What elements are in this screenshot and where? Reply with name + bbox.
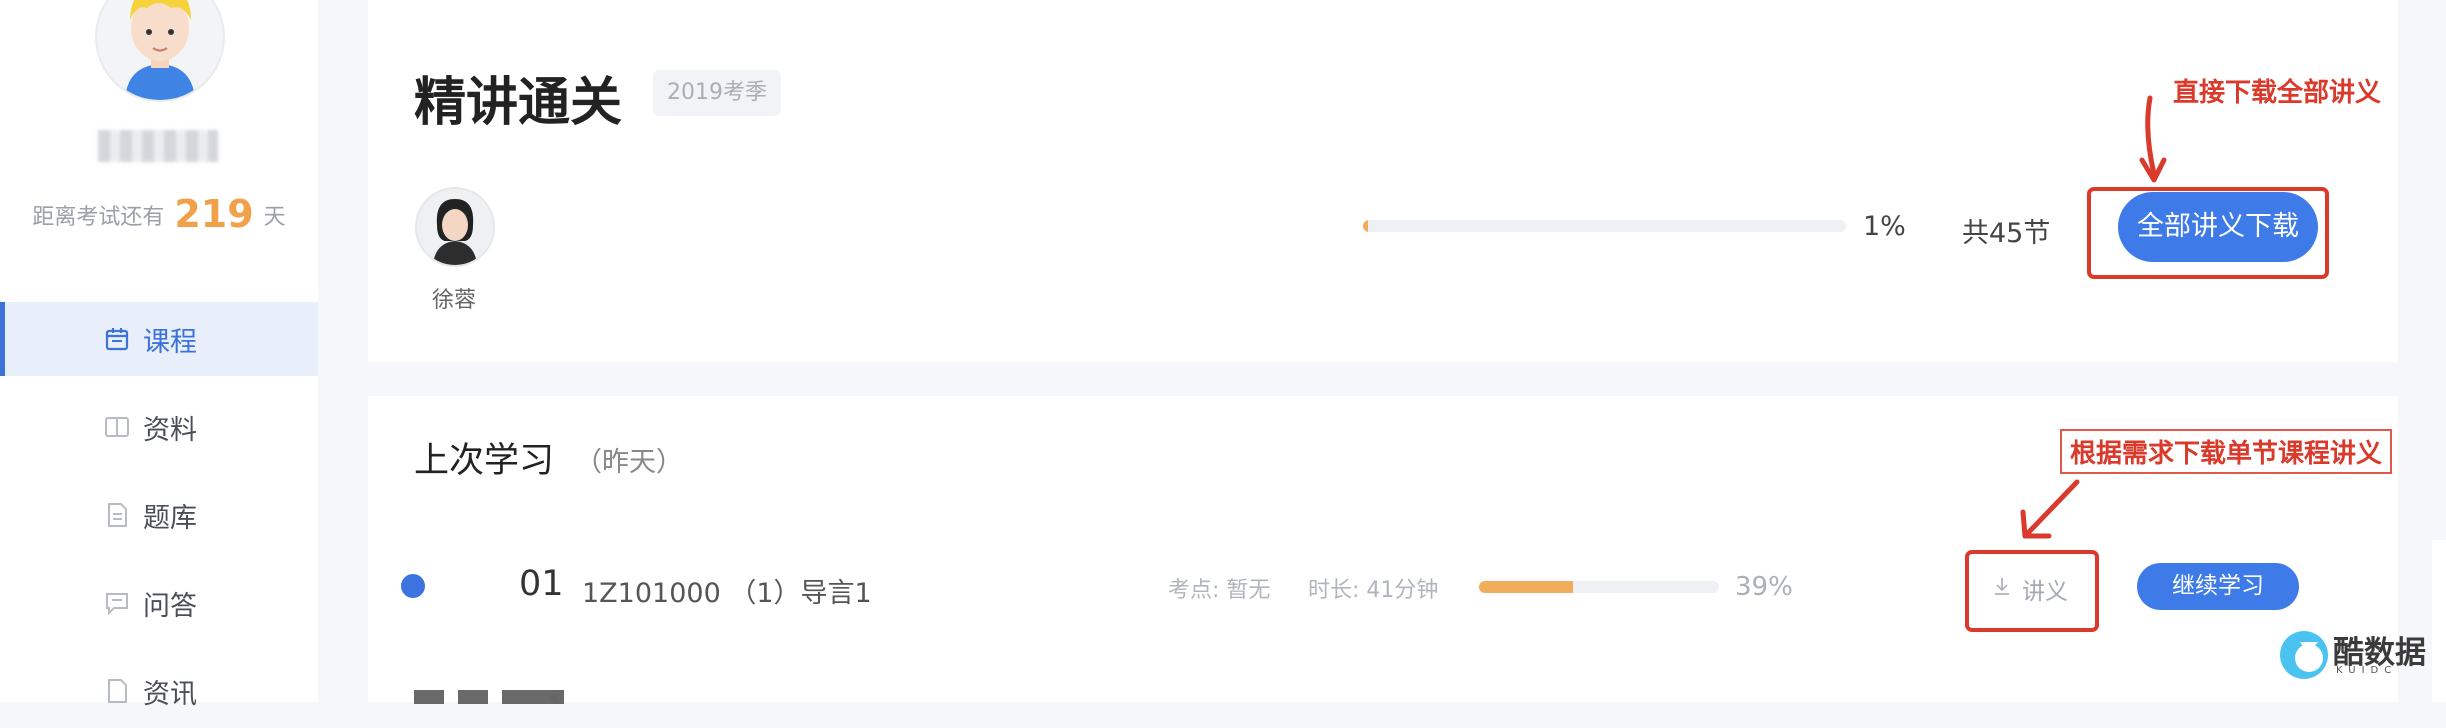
next-section-heading-peek-tail (550, 694, 558, 702)
sidebar-item-label: 课程 (143, 326, 197, 358)
sidebar-item-label: 资讯 (143, 678, 197, 710)
annotation-text-download-single: 根据需求下载单节课程讲义 (2060, 429, 2393, 474)
annotation-box-download-all (2087, 187, 2329, 279)
watermark-logo-icon (2280, 631, 2328, 679)
course-progress-text: 1% (1863, 211, 1906, 242)
lesson-progress-bar (1479, 581, 1719, 593)
sidebar-item-label: 资料 (143, 414, 197, 446)
exam-countdown: 距离考试还有 219 天 (0, 192, 318, 236)
lesson-duration: 时长: 41分钟 (1308, 578, 1439, 603)
username-blurred (98, 130, 218, 162)
lesson-status-dot (401, 574, 425, 598)
user-avatar[interactable] (95, 0, 225, 102)
sidebar-item-label: 题库 (143, 502, 197, 534)
avatar-illustration-icon (125, 0, 195, 100)
sidebar-item-course[interactable]: 课程 (0, 302, 318, 376)
lesson-exam-point: 考点: 暂无 (1168, 578, 1271, 603)
sidebar-item-news[interactable]: 资讯 (0, 654, 318, 728)
teacher-name: 徐蓉 (431, 288, 476, 313)
last-study-when: （昨天） (575, 447, 683, 478)
countdown-days: 219 (174, 192, 254, 236)
chat-icon (103, 589, 131, 617)
annotation-arrow-icon (2139, 95, 2167, 183)
course-progress-fill (1363, 220, 1368, 232)
lesson-number: 01 (519, 564, 564, 604)
teacher-avatar (415, 187, 495, 267)
sidebar: 距离考试还有 219 天 课程 资料 题库 问答 资讯 (0, 0, 318, 710)
teacher-photo-icon (417, 189, 493, 265)
course-card (368, 0, 2398, 362)
calendar-icon (103, 325, 131, 353)
document-icon (103, 501, 131, 529)
continue-study-button[interactable]: 继续学习 (2137, 563, 2299, 610)
watermark-subtext: KUIDC (2336, 665, 2398, 676)
annotation-box-download-single (1965, 550, 2099, 632)
countdown-prefix: 距离考试还有 (32, 205, 165, 230)
lesson-count: 共45节 (1962, 218, 2051, 249)
course-progress-bar (1363, 220, 1846, 232)
season-tag: 2019考季 (653, 70, 781, 116)
sidebar-item-qa[interactable]: 问答 (0, 566, 318, 640)
book-icon (103, 413, 131, 441)
countdown-suffix: 天 (263, 205, 286, 230)
annotation-arrow-icon (2020, 479, 2080, 539)
sidebar-item-question-bank[interactable]: 题库 (0, 478, 318, 552)
lesson-progress-text: 39% (1735, 572, 1793, 602)
sidebar-item-label: 问答 (143, 590, 197, 622)
right-edge-panel (2432, 540, 2446, 702)
course-title: 精讲通关 (414, 73, 623, 133)
news-icon (103, 677, 131, 705)
annotation-text-download-all: 直接下载全部讲义 (2173, 78, 2382, 108)
lesson-name[interactable]: 1Z101000 （1）导言1 (582, 571, 872, 610)
sidebar-item-materials[interactable]: 资料 (0, 390, 318, 464)
last-study-title: 上次学习 (414, 441, 555, 481)
lesson-progress-fill (1479, 581, 1573, 593)
